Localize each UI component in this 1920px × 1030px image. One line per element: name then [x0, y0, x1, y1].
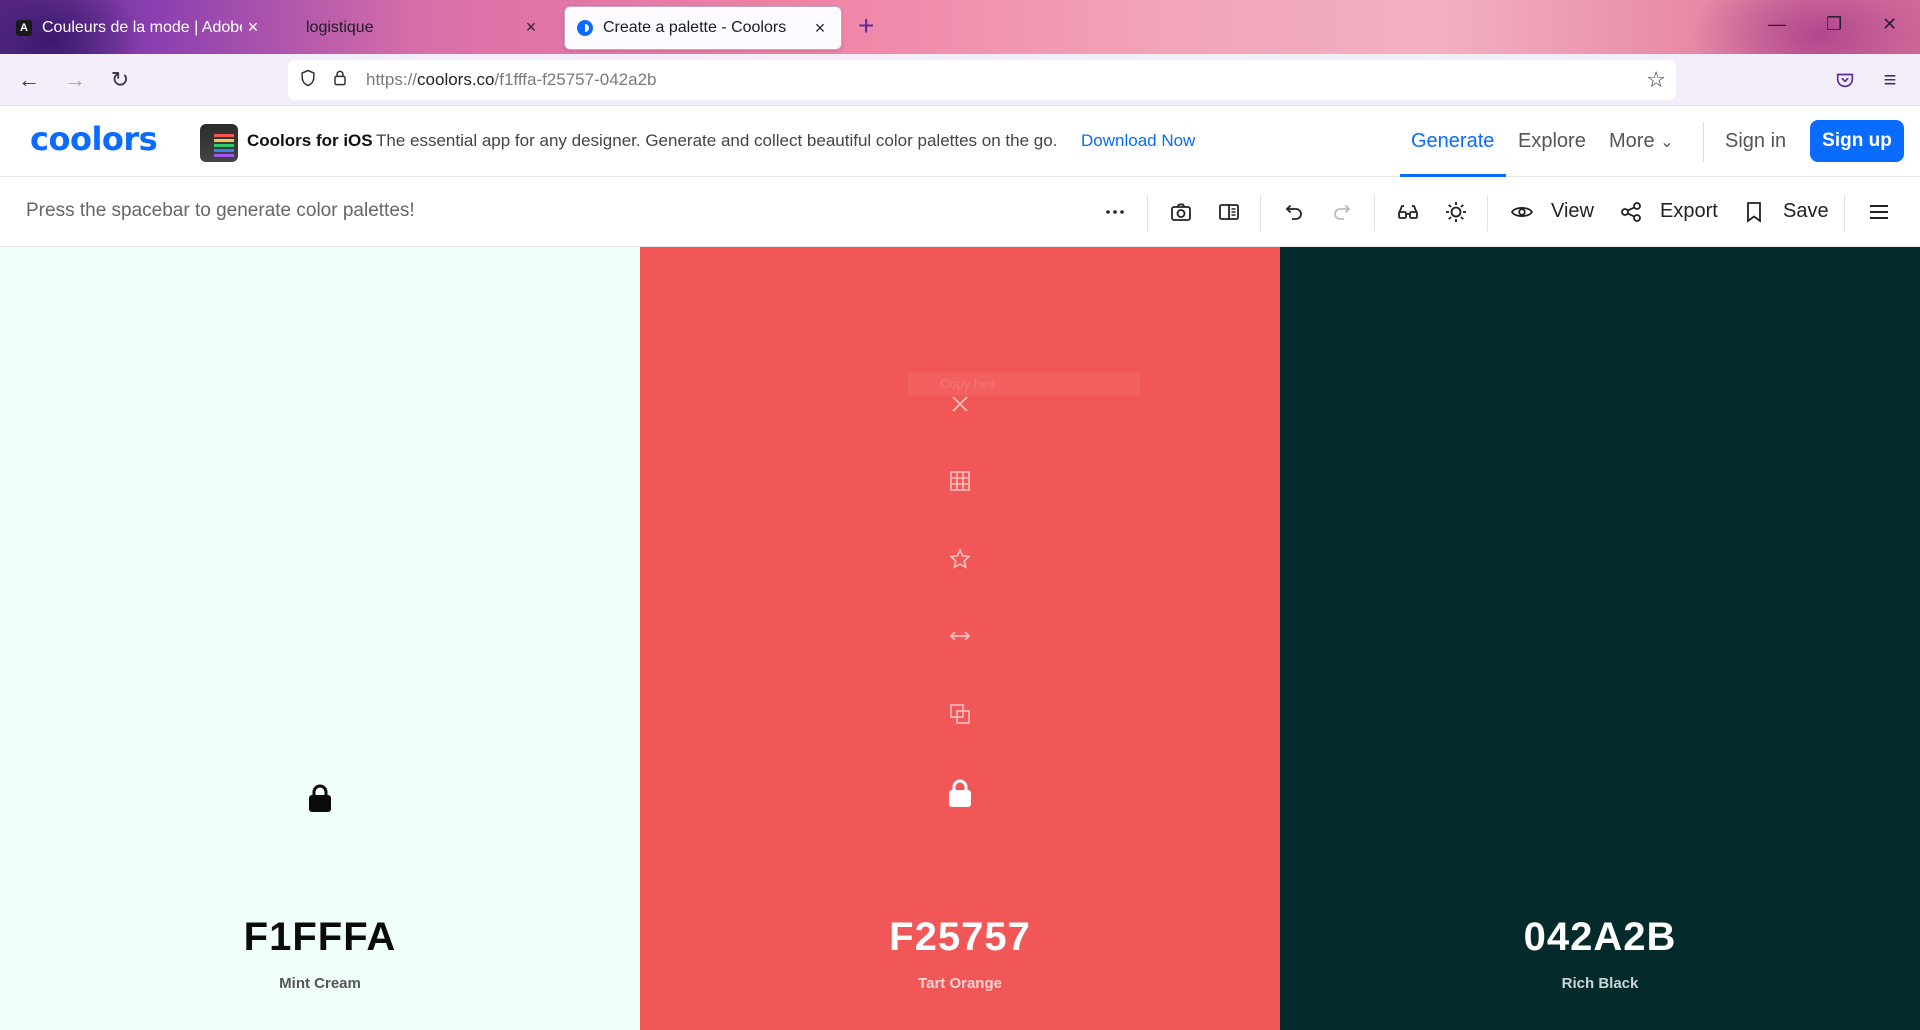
pocket-icon[interactable] — [1830, 65, 1860, 95]
copy-icon[interactable] — [945, 699, 975, 729]
chevron-down-icon: ⌄ — [1660, 134, 1674, 151]
sign-up-button[interactable]: Sign up — [1810, 120, 1904, 162]
promo-title: Coolors for iOS — [247, 131, 373, 150]
browser-tab-logistique[interactable]: logistique × — [282, 6, 552, 50]
adobe-icon: A — [16, 20, 32, 36]
close-icon[interactable]: × — [522, 18, 540, 36]
brightness-icon[interactable] — [1441, 197, 1471, 227]
drag-arrows-icon[interactable] — [945, 621, 975, 651]
toolbar-separator — [1487, 195, 1488, 231]
bookmark-icon[interactable] — [1739, 197, 1769, 227]
color-swatch-1[interactable]: F1FFFA Mint Cream — [0, 247, 640, 1030]
lock-icon[interactable] — [328, 68, 352, 92]
save-button[interactable]: Save — [1783, 200, 1829, 223]
generator-toolbar: Press the spacebar to generate color pal… — [0, 177, 1920, 247]
redo-icon[interactable] — [1327, 197, 1357, 227]
url-path: /f1fffa-f25757-042a2b — [494, 70, 657, 89]
window-close-icon[interactable]: ✕ — [1882, 14, 1897, 35]
favorite-star-icon[interactable] — [945, 544, 975, 574]
hex-code[interactable]: 042A2B — [1280, 915, 1920, 960]
url-text[interactable]: https://coolors.co/f1fffa-f25757-042a2b — [366, 70, 656, 90]
browser-tab-adobe[interactable]: A Couleurs de la mode | Adobe C × — [4, 6, 274, 50]
address-bar[interactable]: https://coolors.co/f1fffa-f25757-042a2b … — [288, 60, 1676, 100]
new-tab-button[interactable]: + — [858, 12, 874, 40]
remove-color-icon[interactable] — [945, 389, 975, 419]
color-swatch-3[interactable]: 042A2B Rich Black — [1280, 247, 1920, 1030]
url-scheme: https:// — [366, 70, 418, 89]
nav-more[interactable]: More ⌄ — [1609, 130, 1674, 153]
header-divider — [1703, 122, 1704, 162]
tab-title: Create a palette - Coolors — [603, 19, 787, 36]
spacebar-hint: Press the spacebar to generate color pal… — [26, 200, 415, 221]
compare-icon[interactable] — [1214, 197, 1244, 227]
view-shades-icon[interactable] — [945, 466, 975, 496]
sign-in-link[interactable]: Sign in — [1725, 130, 1786, 153]
app-menu-icon[interactable]: ≡ — [1875, 65, 1905, 95]
color-swatch-2[interactable]: Copy hex F25757 Tart Orange — [640, 247, 1280, 1030]
nav-more-label: More — [1609, 130, 1655, 152]
restore-icon[interactable]: ❐ — [1826, 14, 1842, 35]
back-icon[interactable]: ← — [14, 65, 44, 95]
color-name: Tart Orange — [918, 975, 1002, 992]
toolbar-separator — [1374, 195, 1375, 231]
export-button[interactable]: Export — [1660, 200, 1718, 223]
palette: F1FFFA Mint Cream Copy hex F25757 Tart O… — [0, 247, 1920, 1030]
shield-icon[interactable] — [296, 68, 320, 92]
color-name: Rich Black — [1561, 975, 1639, 992]
browser-tab-coolors[interactable]: Create a palette - Coolors × — [564, 6, 842, 50]
hex-code[interactable]: F1FFFA — [0, 915, 640, 960]
toolbar-separator — [1147, 195, 1148, 231]
copy-hex-tooltip: Copy hex — [908, 373, 1140, 395]
tab-title: Couleurs de la mode | Adobe C — [42, 19, 242, 36]
hamburger-menu-icon[interactable] — [1864, 197, 1894, 227]
browser-tab-strip: A Couleurs de la mode | Adobe C × logist… — [0, 0, 1920, 54]
bookmark-star-icon[interactable]: ☆ — [1646, 68, 1666, 92]
site-header: coolors Coolors for iOS The essential ap… — [0, 106, 1920, 177]
share-icon[interactable] — [1616, 197, 1646, 227]
browser-nav-bar: ← → ↻ https://coolors.co/f1fffa-f25757-0… — [0, 54, 1920, 106]
nav-generate[interactable]: Generate — [1411, 130, 1494, 153]
nav-explore[interactable]: Explore — [1518, 130, 1586, 153]
camera-icon[interactable] — [1166, 197, 1196, 227]
more-options-icon[interactable] — [1100, 197, 1130, 227]
coolors-icon — [577, 20, 593, 36]
reload-icon[interactable]: ↻ — [105, 65, 135, 95]
close-icon[interactable]: × — [811, 19, 829, 37]
lock-icon[interactable] — [946, 777, 974, 809]
url-host: coolors.co — [417, 70, 495, 89]
download-now-link[interactable]: Download Now — [1081, 131, 1195, 151]
tab-title: logistique — [306, 19, 374, 36]
color-name: Mint Cream — [279, 975, 361, 992]
lock-icon[interactable] — [306, 782, 334, 814]
glasses-icon[interactable] — [1393, 197, 1423, 227]
minimize-icon[interactable]: — — [1768, 14, 1786, 35]
hex-code[interactable]: F25757 — [640, 915, 1280, 960]
toolbar-separator — [1260, 195, 1261, 231]
view-button[interactable]: View — [1551, 200, 1594, 223]
coolors-logo[interactable]: coolors — [30, 120, 158, 158]
toolbar-separator — [1844, 195, 1845, 231]
eye-icon[interactable] — [1507, 197, 1537, 227]
undo-icon[interactable] — [1279, 197, 1309, 227]
close-icon[interactable]: × — [244, 18, 262, 36]
forward-icon[interactable]: → — [60, 65, 90, 95]
promo-description: The essential app for any designer. Gene… — [376, 131, 1058, 150]
ios-app-image — [200, 124, 238, 162]
